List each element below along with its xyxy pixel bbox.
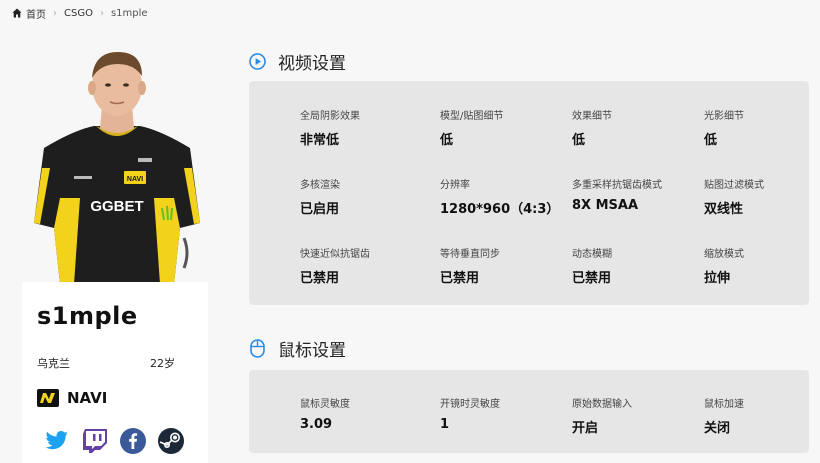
player-team[interactable]: NAVI	[37, 389, 107, 407]
setting-label: 模型/贴图细节	[440, 111, 504, 122]
setting-value: 低	[572, 133, 586, 148]
setting-value: 双线性	[704, 202, 744, 217]
setting-item: 效果细节 低	[572, 107, 704, 148]
breadcrumb-separator-icon: ›	[99, 7, 104, 19]
setting-label: 原始数据输入	[572, 399, 632, 410]
setting-item: 多重采样抗锯齿模式 8X MSAA	[572, 176, 704, 213]
setting-value: 已禁用	[572, 271, 612, 286]
home-icon[interactable]	[12, 8, 22, 18]
mouse-settings-title: 鼠标设置	[278, 341, 346, 361]
setting-item: 全局阴影效果 非常低	[300, 107, 432, 148]
jersey-sponsor: GGBET	[90, 198, 143, 215]
breadcrumb-separator-icon: ›	[53, 7, 57, 19]
setting-value: 1	[440, 417, 450, 432]
setting-label: 贴图过滤模式	[704, 180, 764, 191]
setting-item: 开镜时灵敏度 1	[440, 395, 572, 432]
setting-item: 缩放模式 拉伸	[704, 245, 820, 286]
setting-label: 多核渲染	[300, 180, 340, 191]
setting-label: 鼠标灵敏度	[300, 399, 350, 410]
video-settings-header: 视频设置	[249, 49, 346, 74]
breadcrumb-game-link[interactable]: CSGO	[64, 8, 93, 19]
setting-value: 开启	[572, 421, 599, 436]
player-card: s1mple 乌克兰 22岁 NAVI	[22, 282, 208, 463]
setting-item: 光影细节 低	[704, 107, 820, 148]
setting-value: 关闭	[704, 421, 731, 436]
setting-label: 全局阴影效果	[300, 111, 360, 122]
setting-value: 已启用	[300, 202, 340, 217]
twitch-icon[interactable]	[82, 428, 108, 454]
setting-value: 低	[440, 133, 454, 148]
setting-item: 鼠标加速 关闭	[704, 395, 820, 436]
setting-item: 鼠标灵敏度 3.09	[300, 395, 432, 432]
player-name: s1mple	[37, 302, 138, 330]
setting-label: 动态模糊	[572, 249, 612, 260]
twitter-icon[interactable]	[44, 428, 70, 454]
setting-item: 分辨率 1280*960（4:3）	[440, 176, 572, 217]
setting-label: 等待垂直同步	[440, 249, 500, 260]
team-name: NAVI	[67, 389, 108, 407]
setting-item: 模型/贴图细节 低	[440, 107, 572, 148]
video-settings-title: 视频设置	[278, 54, 346, 74]
setting-value: 8X MSAA	[572, 198, 639, 213]
setting-label: 光影细节	[704, 111, 744, 122]
setting-label: 缩放模式	[704, 249, 744, 260]
breadcrumb-home-link[interactable]: 首页	[26, 6, 46, 21]
setting-value: 已禁用	[440, 271, 480, 286]
player-country: 乌克兰	[37, 357, 70, 370]
breadcrumb: 首页 › CSGO › s1mple	[12, 6, 148, 21]
breadcrumb-current: s1mple	[110, 7, 148, 19]
social-links	[44, 428, 184, 454]
steam-icon[interactable]	[158, 428, 184, 454]
mouse-settings-header: 鼠标设置	[249, 336, 346, 361]
setting-value: 非常低	[300, 133, 340, 148]
setting-label: 分辨率	[440, 180, 470, 191]
setting-item: 等待垂直同步 已禁用	[440, 245, 572, 286]
setting-item: 动态模糊 已禁用	[572, 245, 704, 286]
setting-item: 原始数据输入 开启	[572, 395, 704, 436]
mouse-icon	[250, 339, 265, 358]
setting-label: 鼠标加速	[704, 399, 744, 410]
setting-value: 3.09	[300, 417, 333, 432]
setting-label: 快速近似抗锯齿	[300, 249, 370, 260]
setting-item: 快速近似抗锯齿 已禁用	[300, 245, 432, 286]
player-age: 22岁	[150, 357, 175, 370]
facebook-icon[interactable]	[120, 428, 146, 454]
video-settings-panel: 全局阴影效果 非常低 模型/贴图细节 低 效果细节 低 光影细节 低 多核渲染 …	[249, 81, 809, 305]
player-photo: GGBET NAVI	[34, 52, 200, 284]
setting-label: 效果细节	[572, 111, 612, 122]
navi-logo-icon	[37, 389, 59, 407]
setting-label: 多重采样抗锯齿模式	[572, 180, 662, 191]
play-circle-icon	[249, 53, 266, 70]
setting-value: 低	[704, 133, 718, 148]
setting-item: 多核渲染 已启用	[300, 176, 432, 217]
setting-value: 已禁用	[300, 271, 340, 286]
setting-value: 拉伸	[704, 271, 731, 286]
setting-value: 1280*960（4:3）	[440, 202, 560, 217]
jersey-team-badge: NAVI	[127, 176, 143, 183]
setting-item: 贴图过滤模式 双线性	[704, 176, 820, 217]
mouse-settings-panel: 鼠标灵敏度 3.09 开镜时灵敏度 1 原始数据输入 开启 鼠标加速 关闭	[249, 370, 809, 453]
setting-label: 开镜时灵敏度	[440, 399, 500, 410]
